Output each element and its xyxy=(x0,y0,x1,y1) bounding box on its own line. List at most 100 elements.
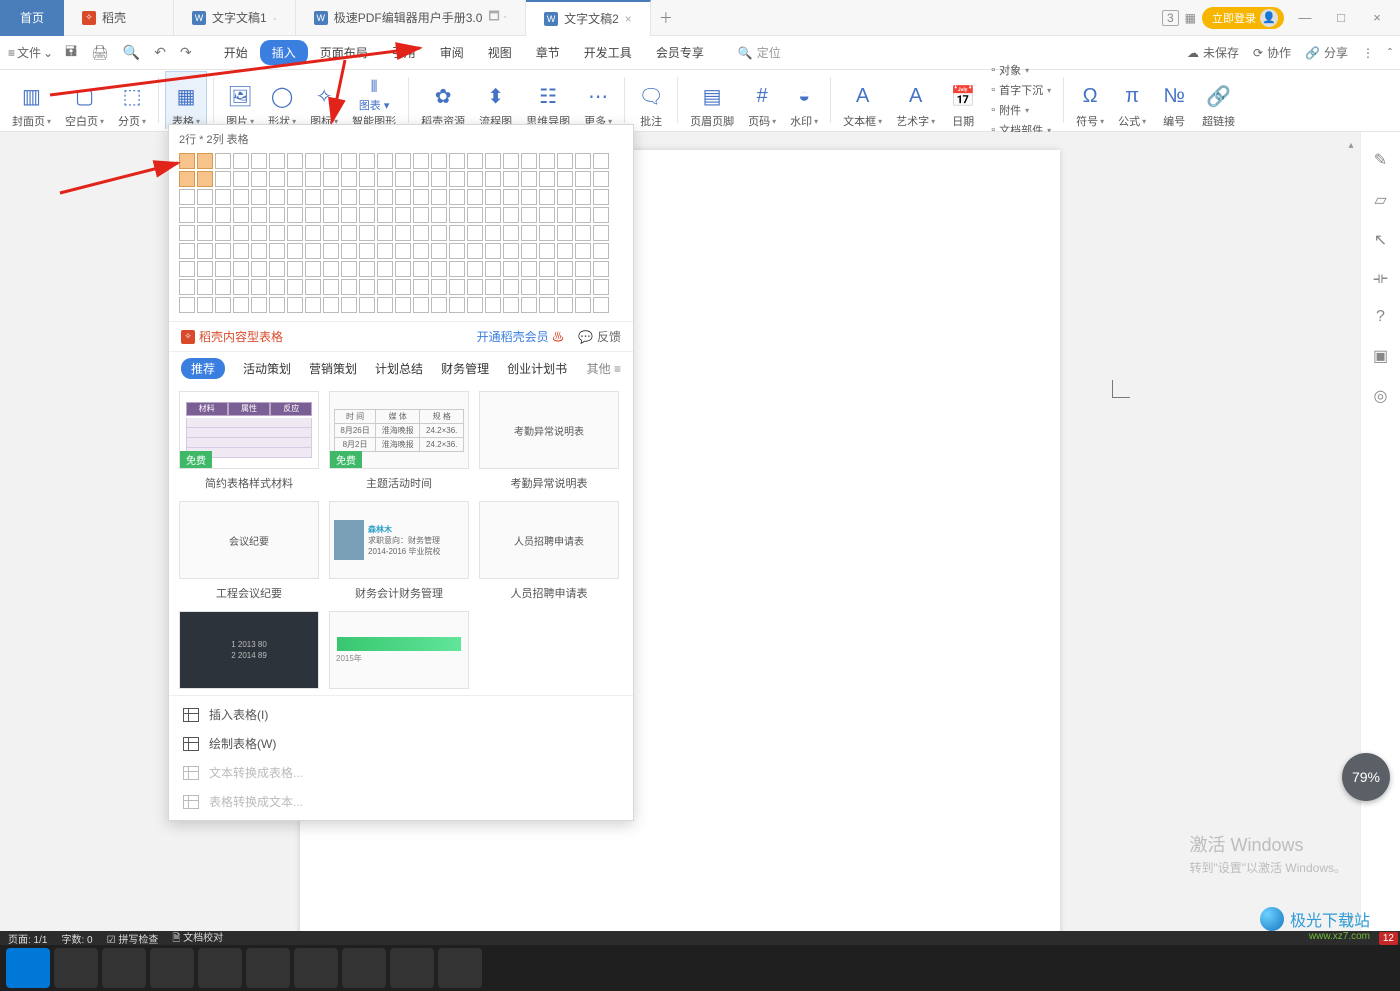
template-主题活动时间[interactable]: 时 间媒 体规 格8月26日淮海晚报24.2×36.8月2日淮海晚报24.2×3… xyxy=(329,391,469,491)
grid-cell[interactable] xyxy=(557,261,573,277)
grid-cell[interactable] xyxy=(449,297,465,313)
grid-cell[interactable] xyxy=(197,243,213,259)
grid-cell[interactable] xyxy=(251,189,267,205)
grid-cell[interactable] xyxy=(377,171,393,187)
grid-cell[interactable] xyxy=(485,171,501,187)
grid-cell[interactable] xyxy=(179,243,195,259)
ribbon-批注[interactable]: 🗨批注 xyxy=(631,71,671,129)
grid-cell[interactable] xyxy=(413,279,429,295)
cat-计划总结[interactable]: 计划总结 xyxy=(375,360,423,377)
ribbon-文本框[interactable]: A文本框 xyxy=(837,71,888,129)
grid-cell[interactable] xyxy=(251,171,267,187)
grid-cell[interactable] xyxy=(197,189,213,205)
grid-cell[interactable] xyxy=(557,153,573,169)
menu-more-icon[interactable]: ⋮ xyxy=(1362,46,1374,60)
grid-cell[interactable] xyxy=(215,297,231,313)
grid-cell[interactable] xyxy=(269,153,285,169)
grid-cell[interactable] xyxy=(305,243,321,259)
side-tool-image-icon[interactable]: ▣ xyxy=(1373,346,1388,366)
status-page[interactable]: 页面: 1/1 xyxy=(8,931,47,946)
grid-cell[interactable] xyxy=(467,297,483,313)
tab-home[interactable]: 首页 xyxy=(0,0,64,36)
ribbon-日期[interactable]: 📅日期 xyxy=(943,71,983,129)
grid-cell[interactable] xyxy=(467,207,483,223)
grid-cell[interactable] xyxy=(287,171,303,187)
grid-cell[interactable] xyxy=(467,279,483,295)
ribbon-水印[interactable]: ◒水印 xyxy=(784,71,824,129)
grid-cell[interactable] xyxy=(503,153,519,169)
grid-cell[interactable] xyxy=(341,189,357,205)
grid-cell[interactable] xyxy=(467,243,483,259)
grid-cell[interactable] xyxy=(305,189,321,205)
grid-cell[interactable] xyxy=(503,225,519,241)
grid-cell[interactable] xyxy=(467,225,483,241)
grid-cell[interactable] xyxy=(323,189,339,205)
grid-cell[interactable] xyxy=(413,153,429,169)
side-tool-1-icon[interactable]: ✎ xyxy=(1374,150,1387,170)
grid-cell[interactable] xyxy=(503,171,519,187)
menu-视图[interactable]: 视图 xyxy=(476,40,524,65)
ribbon-符号[interactable]: Ω符号 xyxy=(1070,71,1110,129)
grid-cell[interactable] xyxy=(215,207,231,223)
grid-cell[interactable] xyxy=(449,243,465,259)
template-考勤异常说明表[interactable]: 考勤异常说明表考勤异常说明表 xyxy=(479,391,619,491)
grid-icon[interactable]: ▦ xyxy=(1185,11,1196,25)
grid-cell[interactable] xyxy=(503,297,519,313)
grid-cell[interactable] xyxy=(341,153,357,169)
panel-action-插入表格(I)[interactable]: 插入表格(I) xyxy=(169,700,633,729)
cat-more[interactable]: 其他 ≡ xyxy=(587,360,621,377)
grid-cell[interactable] xyxy=(539,171,555,187)
grid-cell[interactable] xyxy=(251,279,267,295)
grid-cell[interactable] xyxy=(413,297,429,313)
grid-cell[interactable] xyxy=(395,225,411,241)
grid-cell[interactable] xyxy=(305,297,321,313)
ribbon-流程图[interactable]: ⬍流程图 xyxy=(473,71,518,129)
grid-cell[interactable] xyxy=(485,243,501,259)
grid-cell[interactable] xyxy=(593,297,609,313)
grid-cell[interactable] xyxy=(359,243,375,259)
grid-cell[interactable] xyxy=(413,207,429,223)
grid-cell[interactable] xyxy=(215,261,231,277)
grid-cell[interactable] xyxy=(593,153,609,169)
grid-cell[interactable] xyxy=(557,279,573,295)
grid-cell[interactable] xyxy=(197,153,213,169)
ribbon-艺术字[interactable]: A艺术字 xyxy=(890,71,941,129)
grid-cell[interactable] xyxy=(233,207,249,223)
grid-cell[interactable] xyxy=(341,261,357,277)
grid-cell[interactable] xyxy=(251,297,267,313)
grid-cell[interactable] xyxy=(323,297,339,313)
grid-cell[interactable] xyxy=(413,261,429,277)
grid-cell[interactable] xyxy=(431,153,447,169)
grid-cell[interactable] xyxy=(521,189,537,205)
grid-cell[interactable] xyxy=(341,243,357,259)
grid-cell[interactable] xyxy=(251,243,267,259)
grid-cell[interactable] xyxy=(395,261,411,277)
grid-cell[interactable] xyxy=(485,261,501,277)
grid-cell[interactable] xyxy=(521,171,537,187)
taskbar-item[interactable] xyxy=(294,948,338,988)
ribbon-思维导图[interactable]: ☷思维导图 xyxy=(520,71,576,129)
grid-cell[interactable] xyxy=(377,279,393,295)
grid-cell[interactable] xyxy=(197,207,213,223)
menu-collapse-icon[interactable]: ˆ xyxy=(1388,46,1392,60)
grid-cell[interactable] xyxy=(521,279,537,295)
grid-cell[interactable] xyxy=(485,279,501,295)
grid-cell[interactable] xyxy=(323,261,339,277)
cat-财务管理[interactable]: 财务管理 xyxy=(441,360,489,377)
tray-number-icon[interactable]: 3 xyxy=(1162,10,1179,26)
grid-cell[interactable] xyxy=(539,279,555,295)
grid-cell[interactable] xyxy=(521,225,537,241)
grid-cell[interactable] xyxy=(449,261,465,277)
cat-创业计划书[interactable]: 创业计划书 xyxy=(507,360,567,377)
grid-cell[interactable] xyxy=(323,243,339,259)
grid-cell[interactable] xyxy=(233,153,249,169)
grid-cell[interactable] xyxy=(305,153,321,169)
grid-cell[interactable] xyxy=(323,171,339,187)
grid-cell[interactable] xyxy=(197,261,213,277)
grid-cell[interactable] xyxy=(539,297,555,313)
grid-cell[interactable] xyxy=(269,243,285,259)
menu-章节[interactable]: 章节 xyxy=(524,40,572,65)
close-icon[interactable]: · xyxy=(273,11,277,25)
grid-cell[interactable] xyxy=(359,189,375,205)
grid-cell[interactable] xyxy=(251,225,267,241)
